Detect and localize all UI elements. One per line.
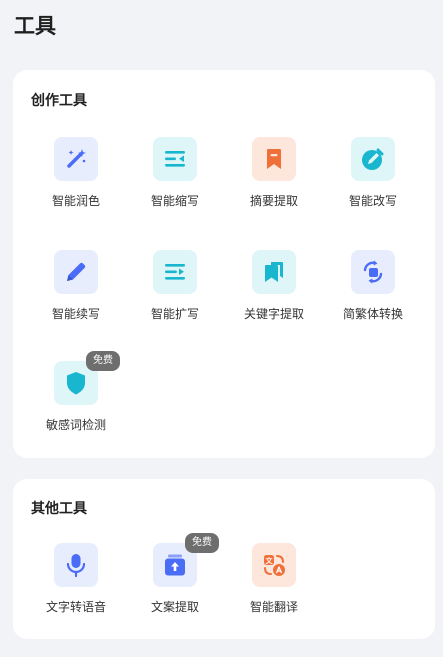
tool-rewrite[interactable]: 智能改写 xyxy=(323,137,423,217)
tool-label: 关键字提取 xyxy=(243,307,304,321)
tool-sensitive-words[interactable]: 免费 敏感词检测 xyxy=(26,351,126,441)
tool-label: 智能改写 xyxy=(348,194,397,208)
magic-wand-icon xyxy=(54,137,98,181)
free-badge: 免费 xyxy=(185,533,219,553)
tool-label: 文字转语音 xyxy=(45,600,106,614)
tool-expand[interactable]: 智能扩写 xyxy=(125,250,225,330)
tool-keywords[interactable]: 关键字提取 xyxy=(224,250,324,330)
expand-lines-icon xyxy=(153,250,197,294)
tool-label: 智能扩写 xyxy=(150,307,199,321)
tool-label: 敏感词检测 xyxy=(45,418,106,432)
pencil-icon xyxy=(54,250,98,294)
translate-icon: 文 xyxy=(252,543,296,587)
page-title: 工具 xyxy=(14,15,56,38)
tool-label: 摘要提取 xyxy=(249,194,298,208)
tool-condense[interactable]: 智能缩写 xyxy=(125,137,225,217)
microphone-icon xyxy=(54,543,98,587)
tool-label: 文案提取 xyxy=(150,600,199,614)
tool-label: 智能翻译 xyxy=(249,600,298,614)
edit-circle-icon xyxy=(351,137,395,181)
section-title-creative: 创作工具 xyxy=(31,92,87,108)
section-title-other: 其他工具 xyxy=(31,500,87,516)
tool-copy-extract[interactable]: 免费 文案提取 xyxy=(125,533,225,623)
condense-lines-icon xyxy=(153,137,197,181)
tool-summary[interactable]: 摘要提取 xyxy=(224,137,324,217)
tool-text-to-speech[interactable]: 文字转语音 xyxy=(26,543,126,623)
bookmarks-icon xyxy=(252,250,296,294)
tool-continue[interactable]: 智能续写 xyxy=(26,250,126,330)
tool-label: 简繁体转换 xyxy=(342,307,403,321)
tool-translate[interactable]: 文 智能翻译 xyxy=(224,543,324,623)
other-tools-card: 其他工具 文字转语音 免费 文案提取 文 智能翻译 xyxy=(13,479,435,639)
tool-label: 智能缩写 xyxy=(150,194,199,208)
tool-label: 智能续写 xyxy=(51,307,100,321)
tool-polish[interactable]: 智能润色 xyxy=(26,137,126,217)
tool-label: 智能润色 xyxy=(51,194,100,208)
bookmark-icon xyxy=(252,137,296,181)
free-badge: 免费 xyxy=(86,351,120,371)
tool-convert[interactable]: 简繁体转换 xyxy=(323,250,423,330)
convert-icon xyxy=(351,250,395,294)
creative-tools-card: 创作工具 智能润色 智能缩写 摘要提取 智能改写 智能续写 智能扩写 关键字提取… xyxy=(13,70,435,458)
svg-text:文: 文 xyxy=(266,556,274,565)
